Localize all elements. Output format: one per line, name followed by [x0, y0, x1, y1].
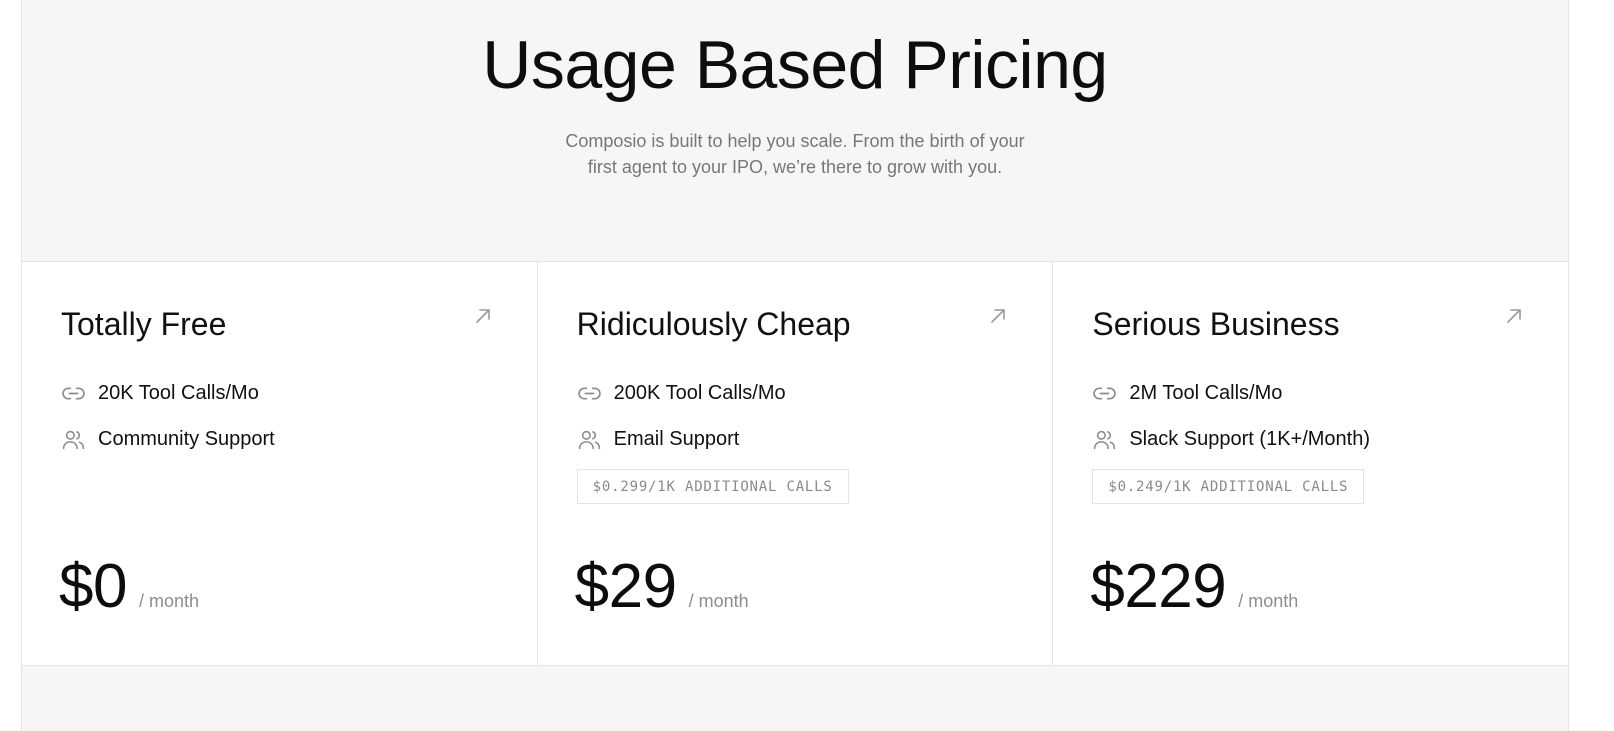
feature-label: Email Support: [613, 427, 740, 450]
price-amount: $29: [574, 552, 677, 621]
plan-title: Ridiculously Cheap: [576, 306, 851, 342]
page-title: Usage Based Pricing: [482, 27, 1108, 103]
price-period: / month: [138, 591, 199, 611]
arrow-up-right-icon[interactable]: [1504, 306, 1524, 326]
plan-card-serious-business[interactable]: Serious Business 2M Tool Calls/Mo Slack …: [1053, 262, 1568, 665]
additional-calls-badge: $0.249/1K ADDITIONAL CALLS: [1092, 469, 1365, 504]
feature-label: Slack Support (1K+/Month): [1129, 427, 1371, 450]
users-icon: [1092, 427, 1117, 452]
link-icon: [1092, 381, 1117, 406]
plan-features: 2M Tool Calls/Mo Slack Support (1K+/Mont…: [1092, 370, 1370, 462]
page: Usage Based Pricing Composio is built to…: [0, 0, 1614, 731]
feature-tool-calls: 20K Tool Calls/Mo: [61, 370, 275, 416]
link-icon: [577, 381, 602, 406]
pricing-cards: Totally Free 20K Tool Calls/Mo Community…: [22, 261, 1568, 666]
feature-support: Email Support: [577, 416, 786, 462]
feature-tool-calls: 2M Tool Calls/Mo: [1092, 370, 1370, 416]
plan-price: $0 / month: [59, 554, 199, 620]
plan-features: 20K Tool Calls/Mo Community Support: [61, 370, 275, 462]
price-period: / month: [1238, 591, 1299, 611]
arrow-up-right-icon[interactable]: [473, 306, 493, 326]
link-icon: [61, 381, 86, 406]
plan-features: 200K Tool Calls/Mo Email Support: [577, 370, 786, 462]
pricing-section: Usage Based Pricing Composio is built to…: [21, 0, 1569, 731]
feature-label: 20K Tool Calls/Mo: [98, 381, 259, 404]
price-amount: $229: [1090, 552, 1227, 621]
plan-card-ridiculously-cheap[interactable]: Ridiculously Cheap 200K Tool Calls/Mo Em…: [538, 262, 1054, 665]
feature-label: 200K Tool Calls/Mo: [613, 381, 786, 404]
price-amount: $0: [59, 552, 127, 621]
page-subtitle: Composio is built to help you scale. Fro…: [565, 131, 1025, 177]
plan-card-totally-free[interactable]: Totally Free 20K Tool Calls/Mo Community…: [22, 262, 538, 665]
plan-title: Serious Business: [1092, 306, 1340, 342]
feature-tool-calls: 200K Tool Calls/Mo: [577, 370, 786, 416]
additional-calls-badge: $0.299/1K ADDITIONAL CALLS: [576, 469, 849, 504]
users-icon: [61, 427, 86, 452]
price-period: / month: [688, 591, 749, 611]
feature-label: 2M Tool Calls/Mo: [1129, 381, 1283, 404]
plan-price: $229 / month: [1090, 554, 1298, 620]
plan-title: Totally Free: [61, 306, 227, 342]
arrow-up-right-icon[interactable]: [988, 306, 1008, 326]
feature-label: Community Support: [98, 427, 275, 450]
feature-support: Community Support: [61, 416, 275, 462]
plan-price: $29 / month: [575, 554, 749, 620]
feature-support: Slack Support (1K+/Month): [1092, 416, 1370, 462]
users-icon: [577, 427, 602, 452]
pricing-hero: Usage Based Pricing Composio is built to…: [22, 0, 1568, 261]
